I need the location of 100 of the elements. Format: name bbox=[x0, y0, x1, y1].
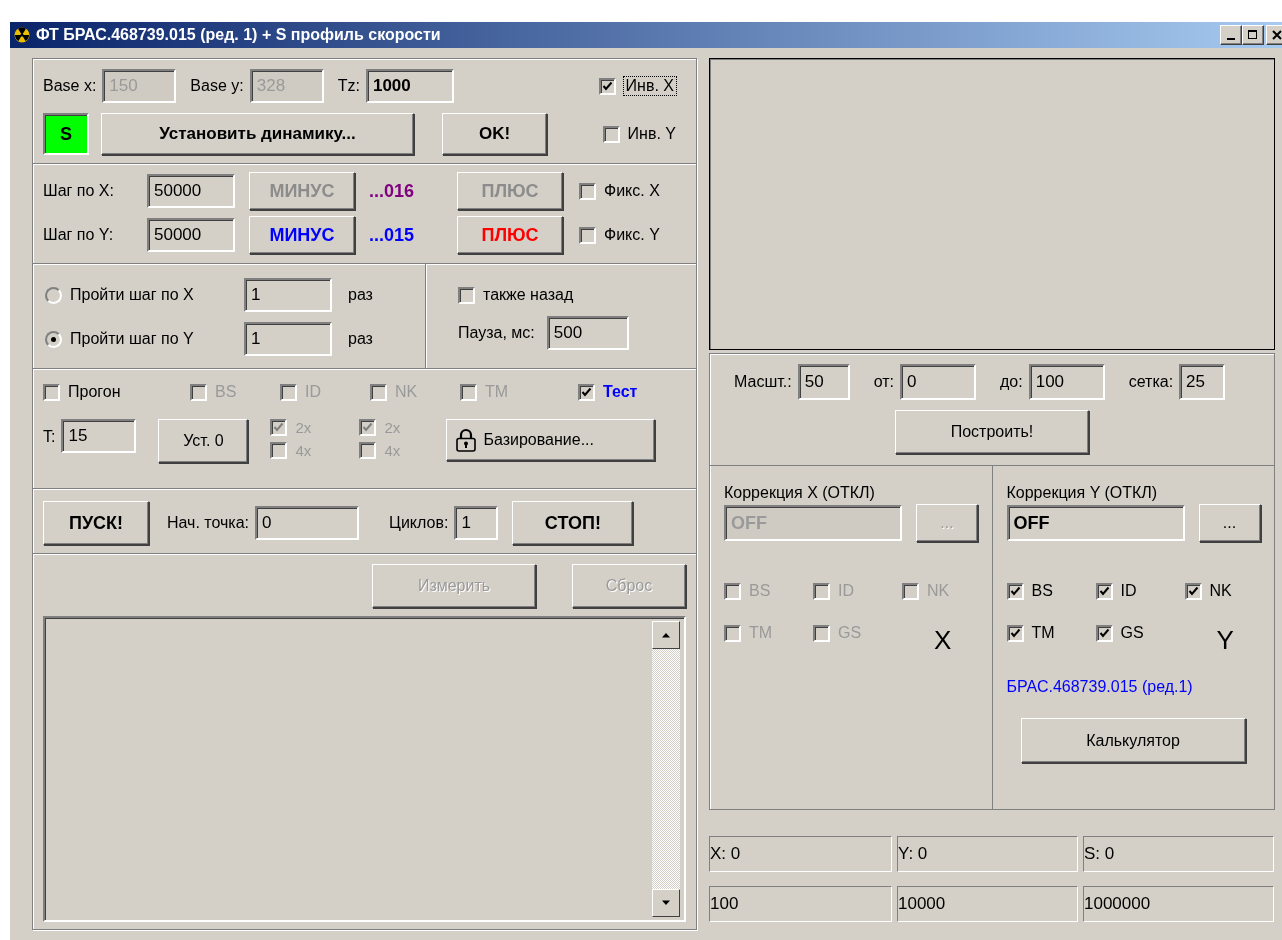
position-code: ...015 bbox=[369, 224, 416, 246]
correction-title: Коррекция X (ОТКЛ) bbox=[724, 484, 876, 502]
text-field[interactable]: 100 bbox=[1028, 364, 1105, 400]
field-label: Нач. точка: bbox=[167, 514, 250, 532]
readout-cell: 100 bbox=[709, 886, 892, 922]
basing-button[interactable]: Базирование... bbox=[446, 419, 656, 461]
checkmark-icon bbox=[273, 422, 285, 433]
checkbox-label: NK bbox=[927, 582, 950, 600]
scroll-down-button[interactable] bbox=[652, 889, 680, 917]
readout-cell: S: 0 bbox=[1083, 836, 1274, 872]
checkmark-icon bbox=[1187, 585, 1199, 597]
text-field[interactable]: 1 bbox=[244, 322, 332, 356]
radiation-icon bbox=[14, 27, 30, 43]
checkmark-icon bbox=[362, 422, 374, 433]
checkbox[interactable] bbox=[1006, 624, 1024, 642]
checkbox-label: BS bbox=[215, 383, 237, 401]
checkbox-label: ID bbox=[305, 383, 321, 401]
build-button[interactable]: Построить! bbox=[895, 410, 1089, 454]
calculator-button[interactable]: Калькулятор bbox=[1020, 718, 1246, 763]
field-label: сетка: bbox=[1128, 373, 1174, 391]
checkbox[interactable] bbox=[458, 286, 475, 304]
checkbox[interactable] bbox=[598, 77, 616, 95]
up-arrow-icon bbox=[661, 632, 671, 638]
checkbox-label: GS bbox=[838, 624, 862, 642]
scroll-up-button[interactable] bbox=[652, 621, 680, 649]
dynamics-button[interactable]: Установить динамику... bbox=[101, 113, 414, 155]
text-field[interactable]: 1000 bbox=[365, 69, 454, 103]
scrollbar[interactable] bbox=[652, 621, 680, 917]
position-code: ...016 bbox=[369, 180, 416, 202]
checkbox-label: Фикс. Y bbox=[604, 226, 660, 244]
text-field[interactable]: 15 bbox=[61, 419, 137, 453]
browse-button[interactable]: ... bbox=[1198, 504, 1261, 542]
ok-button[interactable]: OK! bbox=[442, 113, 547, 155]
checkbox[interactable] bbox=[1095, 624, 1113, 642]
minimize-button[interactable] bbox=[1220, 25, 1242, 45]
checkbox[interactable] bbox=[1006, 582, 1024, 600]
text-field[interactable]: 50 bbox=[797, 364, 850, 400]
checkbox-label: ID bbox=[838, 582, 854, 600]
down-arrow-icon bbox=[661, 900, 671, 906]
checkbox-label: ID bbox=[1120, 582, 1137, 600]
close-icon bbox=[1272, 30, 1282, 40]
checkbox-label: TM bbox=[485, 383, 509, 401]
text-field[interactable]: 0 bbox=[255, 506, 360, 540]
field-label: до: bbox=[1000, 373, 1023, 391]
text-field[interactable]: 25 bbox=[1179, 364, 1226, 400]
text-field[interactable]: 1 bbox=[244, 278, 332, 312]
text-field[interactable]: 500 bbox=[546, 316, 629, 350]
radio-button[interactable] bbox=[45, 330, 62, 348]
checkbox[interactable] bbox=[1095, 582, 1113, 600]
checkbox[interactable] bbox=[1184, 582, 1202, 600]
checkbox[interactable] bbox=[602, 125, 620, 143]
reset-zero-button[interactable]: Уст. 0 bbox=[158, 419, 249, 463]
radio-button[interactable] bbox=[45, 286, 62, 304]
checkbox-label: Тест bbox=[603, 383, 638, 401]
checkmark-icon bbox=[581, 386, 592, 398]
checkbox-label: 2x bbox=[384, 419, 401, 436]
status-badge: S bbox=[43, 113, 89, 155]
checkbox-label: Инв. Y bbox=[627, 125, 676, 143]
field-label: Base y: bbox=[190, 77, 244, 95]
text-field[interactable]: OFF bbox=[1006, 505, 1185, 541]
checkbox-label: NK bbox=[1209, 582, 1232, 600]
checkmark-icon bbox=[1098, 627, 1110, 639]
readout-cell: Y: 0 bbox=[897, 836, 1078, 872]
checkbox[interactable] bbox=[43, 383, 60, 401]
field-label: Шаг по Y: bbox=[43, 226, 115, 244]
field-label: от: bbox=[873, 373, 894, 391]
version-note: БРАС.468739.015 (ред.1) bbox=[1006, 678, 1194, 696]
radio-label: Пройти шаг по Y bbox=[70, 330, 195, 348]
checkbox[interactable] bbox=[578, 383, 595, 401]
checkmark-icon bbox=[1009, 585, 1021, 597]
maximize-button[interactable] bbox=[1242, 25, 1264, 45]
field-label: Tz: bbox=[337, 77, 360, 95]
close-button[interactable] bbox=[1266, 25, 1282, 45]
maximize-icon bbox=[1248, 30, 1258, 40]
checkbox-label: GS bbox=[1120, 624, 1144, 642]
radio-label: Пройти шаг по X bbox=[70, 286, 195, 304]
text-field[interactable]: 50000 bbox=[147, 218, 235, 252]
text-field[interactable]: 1 bbox=[454, 506, 499, 540]
text-field[interactable]: 0 bbox=[900, 364, 976, 400]
checkmark-icon bbox=[1098, 585, 1110, 597]
unit-label: раз bbox=[348, 286, 373, 304]
minimize-icon bbox=[1227, 37, 1235, 40]
stop-button[interactable]: СТОП! bbox=[512, 501, 634, 545]
unit-label: раз bbox=[348, 330, 373, 348]
field-label: Base x: bbox=[43, 77, 97, 95]
checkbox-label: BS bbox=[749, 582, 771, 600]
field-label: Масшт.: bbox=[734, 373, 792, 391]
checkmark-icon bbox=[1009, 627, 1021, 639]
correction-title: Коррекция Y (ОТКЛ) bbox=[1006, 484, 1159, 502]
field-label: Пауза, мс: bbox=[458, 324, 535, 342]
checkbox[interactable] bbox=[579, 226, 596, 244]
checkbox-label: BS bbox=[1031, 582, 1053, 600]
checkbox-label: TM bbox=[749, 624, 773, 642]
minus-button[interactable]: МИНУС bbox=[249, 216, 355, 254]
checkbox-label: NK bbox=[395, 383, 418, 401]
checkbox-label: 2x bbox=[295, 419, 312, 436]
checkbox-label: Инв. X bbox=[623, 77, 676, 95]
start-button[interactable]: ПУСК! bbox=[43, 501, 149, 545]
axis-label: X bbox=[934, 625, 953, 656]
checkbox-label: Фикс. X bbox=[604, 182, 660, 200]
